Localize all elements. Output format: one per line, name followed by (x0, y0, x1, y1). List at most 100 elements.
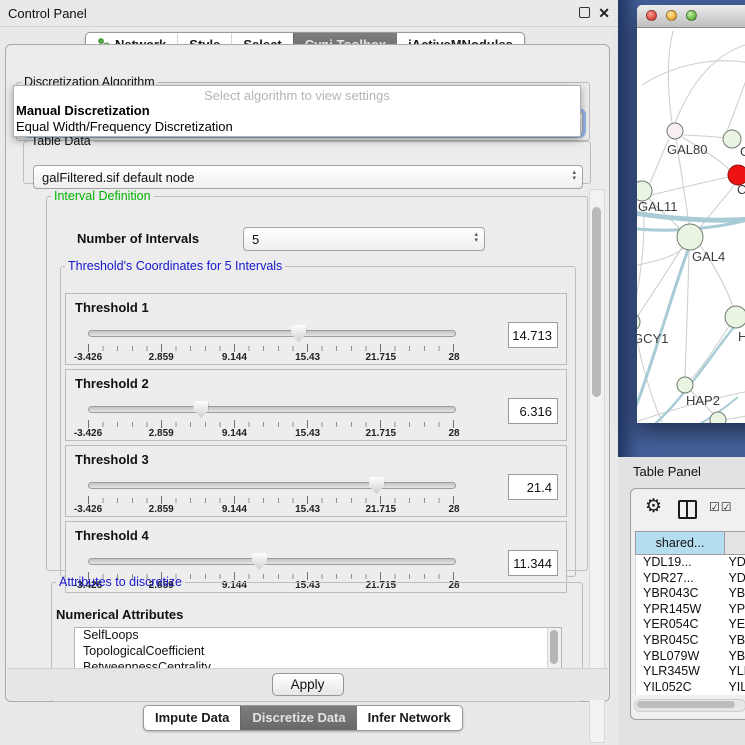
scrollbar-thumb[interactable] (550, 630, 558, 664)
table-row[interactable]: YER054C YER0 (636, 617, 745, 633)
cell-name[interactable]: YDL1 (725, 555, 745, 571)
table-row[interactable]: YBR043C YBR0 (636, 586, 745, 602)
table-row[interactable]: YPR145W YPR1 (636, 602, 745, 618)
cell-shared-name[interactable]: YIL052C (636, 680, 725, 695)
slider-thumb[interactable] (369, 477, 384, 494)
cell-shared-name[interactable]: YDR27... (636, 571, 725, 587)
network-window-titlebar[interactable] (637, 5, 745, 28)
threshold-label: Threshold 3 (75, 452, 149, 467)
node-label: H (738, 329, 745, 344)
cell-shared-name[interactable]: YLR345W (636, 664, 725, 680)
slider-track[interactable] (88, 558, 456, 565)
table-row[interactable]: YBL079W YBL0 (636, 649, 745, 665)
tab-infer-network[interactable]: Infer Network (357, 706, 462, 730)
tick-label: -3.426 (74, 352, 102, 363)
network-node[interactable] (677, 224, 703, 250)
slider-track[interactable] (88, 406, 456, 413)
slider-track[interactable] (88, 330, 456, 337)
float-icon[interactable] (579, 7, 590, 18)
slider-major-ticks (88, 420, 454, 428)
slider-thumb[interactable] (252, 553, 267, 570)
threshold-value-input[interactable] (508, 474, 558, 500)
control-panel: Control Panel ✕ Network Style Select Cyn… (0, 0, 618, 745)
table-data-combo[interactable]: galFiltered.sif default node ▴▾ (33, 165, 583, 189)
scrollbar-thumb[interactable] (637, 701, 735, 708)
slider-thumb[interactable] (193, 401, 208, 418)
split-columns-icon[interactable] (678, 500, 697, 519)
network-node[interactable] (710, 412, 726, 423)
cell-shared-name[interactable]: YPR145W (636, 602, 725, 618)
slider-tick-labels: -3.4262.8599.14415.4321.71528 (88, 428, 454, 440)
network-node[interactable] (667, 123, 683, 139)
cell-name[interactable]: YER0 (725, 617, 745, 633)
cell-shared-name[interactable]: YBL079W (636, 649, 725, 665)
node-label: GAL80 (667, 142, 707, 157)
threshold-row: Threshold 2 -3.4262.8599.14415.4321.7152… (65, 369, 567, 441)
slider-tick-labels: -3.4262.8599.14415.4321.71528 (88, 352, 454, 364)
table-row[interactable]: YDR27... YDR2 (636, 571, 745, 587)
column-header-shared-name[interactable]: shared... (635, 531, 725, 555)
cell-shared-name[interactable]: YBR043C (636, 586, 725, 602)
table-row[interactable]: YLR345W YLR3 (636, 664, 745, 680)
traffic-light-minimize-icon[interactable] (666, 10, 677, 21)
tick-label: 15.43 (295, 504, 320, 515)
tick-label: 2.859 (149, 504, 174, 515)
slider-track[interactable] (88, 482, 456, 489)
tick-label: 2.859 (149, 428, 174, 439)
threshold-slider[interactable]: -3.4262.8599.14415.4321.71528 (88, 476, 454, 516)
tick-label: 21.715 (366, 428, 397, 439)
network-node[interactable] (677, 377, 693, 393)
threshold-slider[interactable]: -3.4262.8599.14415.4321.71528 (88, 400, 454, 440)
apply-button[interactable]: Apply (272, 673, 344, 696)
tab-impute-data[interactable]: Impute Data (144, 706, 240, 730)
cell-shared-name[interactable]: YER054C (636, 617, 725, 633)
interval-definition-group: Interval Definition Number of Intervals … (46, 189, 588, 571)
number-of-intervals-combo[interactable]: 5 ▴▾ (243, 227, 485, 251)
tick-label: 15.43 (295, 352, 320, 363)
dropdown-prompt: Select algorithm to view settings (14, 86, 580, 103)
network-canvas[interactable]: GAL80GACGAL11GAL4GCY1HHAP2 (637, 27, 745, 423)
cell-name[interactable]: YDR2 (725, 571, 745, 587)
tick-label: 2.859 (149, 352, 174, 363)
threshold-slider[interactable]: -3.4262.8599.14415.4321.71528 (88, 324, 454, 364)
cell-shared-name[interactable]: YBR045C (636, 633, 725, 649)
table-row[interactable]: YDL19... YDL1 (636, 555, 745, 571)
gear-icon[interactable]: ⚙ (645, 495, 662, 518)
cell-name[interactable]: YBR0 (725, 633, 745, 649)
tab-discretize-data[interactable]: Discretize Data (240, 706, 356, 730)
group-title: Interval Definition (51, 189, 154, 203)
close-icon[interactable]: ✕ (598, 7, 610, 19)
cell-name[interactable]: YBL0 (725, 649, 745, 665)
cell-name[interactable]: YBR0 (725, 586, 745, 602)
node-label: GAL4 (692, 249, 725, 264)
network-node[interactable] (723, 130, 741, 148)
checkbox-icons[interactable]: ☑☑ (709, 500, 733, 514)
network-node[interactable] (725, 306, 745, 328)
attribute-list-item[interactable]: TopologicalCoefficient (75, 644, 561, 660)
traffic-light-close-icon[interactable] (646, 10, 657, 21)
column-header-name[interactable]: na (725, 531, 745, 555)
cell-name[interactable]: YLR3 (725, 664, 745, 680)
table-window: ⚙ ☑☑ shared... na YDL19... YDL1 YDR27...… (630, 488, 745, 720)
traffic-light-zoom-icon[interactable] (686, 10, 697, 21)
cell-name[interactable]: YPR1 (725, 602, 745, 618)
attribute-list-item[interactable]: SelfLoops (75, 628, 561, 644)
table-horizontal-scrollbar[interactable] (634, 699, 745, 712)
threshold-value-input[interactable] (508, 398, 558, 424)
apply-strip: Apply (7, 668, 608, 700)
table-row[interactable]: YIL052C YIL0 (636, 680, 745, 695)
right-column: GAL80GACGAL11GAL4GCY1HHAP2 Table Panel ⚙… (618, 0, 745, 745)
tick-label: 15.43 (295, 428, 320, 439)
cell-name[interactable]: YIL0 (725, 680, 745, 695)
network-window[interactable]: GAL80GACGAL11GAL4GCY1HHAP2 (637, 5, 745, 423)
threshold-value-input[interactable] (508, 550, 558, 576)
table-row[interactable]: YBR045C YBR0 (636, 633, 745, 649)
threshold-value-input[interactable] (508, 322, 558, 348)
dropdown-item-equal-width-frequency[interactable]: Equal Width/Frequency Discretization (14, 119, 580, 135)
slider-thumb[interactable] (291, 325, 306, 342)
panel-scrollbar[interactable] (589, 189, 605, 743)
dropdown-item-manual-discretization[interactable]: Manual Discretization (14, 103, 580, 119)
scrollbar-thumb[interactable] (592, 207, 601, 397)
cell-shared-name[interactable]: YDL19... (636, 555, 725, 571)
network-node[interactable] (637, 181, 652, 201)
